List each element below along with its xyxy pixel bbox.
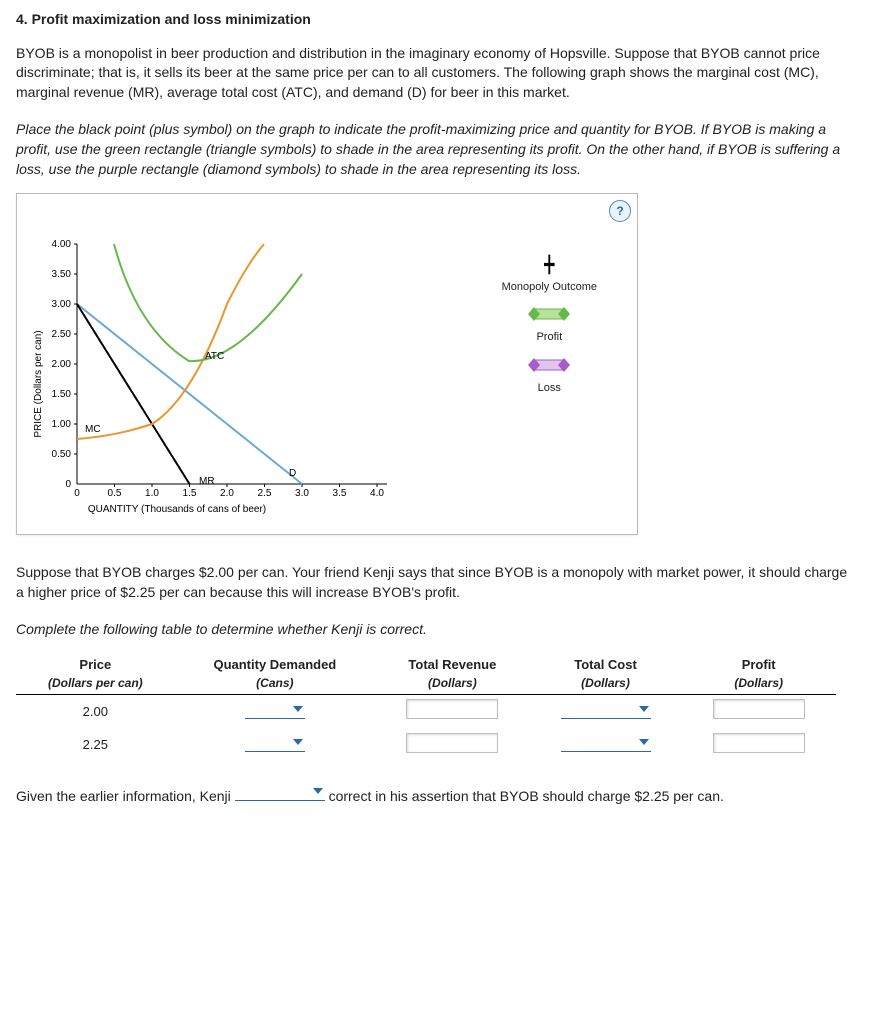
svg-text:1.0: 1.0 [145,488,159,499]
svg-text:1.5: 1.5 [183,488,197,499]
profit-label: Profit [502,330,597,345]
y-axis-label: PRICE (Dollars per can) [33,331,44,438]
price-cell: 2.25 [16,729,175,762]
svg-text:3.50: 3.50 [52,269,72,280]
svg-text:0.5: 0.5 [108,488,122,499]
question-title: 4. Profit maximization and loss minimiza… [16,10,856,30]
curve-demand [77,304,302,484]
curve-mr [77,304,190,484]
qd-dropdown-row2[interactable] [245,733,305,752]
svg-text:4.0: 4.0 [370,488,384,499]
tr-input-row1[interactable] [406,699,498,719]
x-axis-label: QUANTITY (Thousands of cans of beer) [88,504,266,515]
monopoly-outcome-symbol[interactable]: ┿ [502,255,597,277]
label-d: D [289,468,296,479]
loss-symbol[interactable] [502,356,597,379]
table-row: 2.25 [16,729,836,762]
svg-text:2.00: 2.00 [52,359,72,370]
curve-atc [114,244,302,361]
table-instructions: Complete the following table to determin… [16,620,856,640]
col-tc: Total Cost (Dollars) [530,654,682,695]
svg-text:3.00: 3.00 [52,299,72,310]
svg-text:2.5: 2.5 [258,488,272,499]
svg-text:3.0: 3.0 [295,488,309,499]
table-row: 2.00 [16,695,836,729]
svg-text:0: 0 [65,479,71,490]
svg-text:0.50: 0.50 [52,449,72,460]
col-profit: Profit (Dollars) [681,654,836,695]
label-atc: ATC [205,351,224,362]
graph-legend: ┿ Monopoly Outcome Profit Loss [502,249,597,406]
svg-text:2.50: 2.50 [52,329,72,340]
svg-text:2.0: 2.0 [220,488,234,499]
svg-text:4.00: 4.00 [52,239,72,250]
monopoly-outcome-label: Monopoly Outcome [502,280,597,295]
svg-text:3.5: 3.5 [333,488,347,499]
label-mc: MC [85,424,101,435]
col-price: Price (Dollars per can) [16,654,175,695]
tr-input-row2[interactable] [406,733,498,753]
label-mr: MR [199,476,215,487]
price-cell: 2.00 [16,695,175,729]
conclusion-sentence: Given the earlier information, Kenji cor… [16,784,856,807]
loss-label: Loss [502,381,597,396]
profit-symbol[interactable] [502,305,597,328]
help-button[interactable]: ? [609,200,631,222]
tc-dropdown-row1[interactable] [561,700,651,719]
profit-input-row2[interactable] [713,733,805,753]
qd-dropdown-row1[interactable] [245,700,305,719]
svg-text:1.00: 1.00 [52,419,72,430]
col-qd: Quantity Demanded (Cans) [175,654,375,695]
graph-panel[interactable]: ? 0 0.50 1.00 1.50 2.00 2.50 3.00 [16,193,638,535]
kenji-correct-dropdown[interactable] [235,784,325,801]
scenario-paragraph: Suppose that BYOB charges $2.00 per can.… [16,563,856,602]
chart-svg[interactable]: 0 0.50 1.00 1.50 2.00 2.50 3.00 3.50 4.0… [27,234,427,529]
intro-paragraph: BYOB is a monopolist in beer production … [16,44,856,103]
profit-input-row1[interactable] [713,699,805,719]
profit-table: Price (Dollars per can) Quantity Demande… [16,654,856,762]
svg-text:1.50: 1.50 [52,389,72,400]
svg-text:0: 0 [74,488,80,499]
curve-mc [77,244,264,439]
col-tr: Total Revenue (Dollars) [375,654,530,695]
tc-dropdown-row2[interactable] [561,733,651,752]
graph-instructions: Place the black point (plus symbol) on t… [16,120,856,179]
